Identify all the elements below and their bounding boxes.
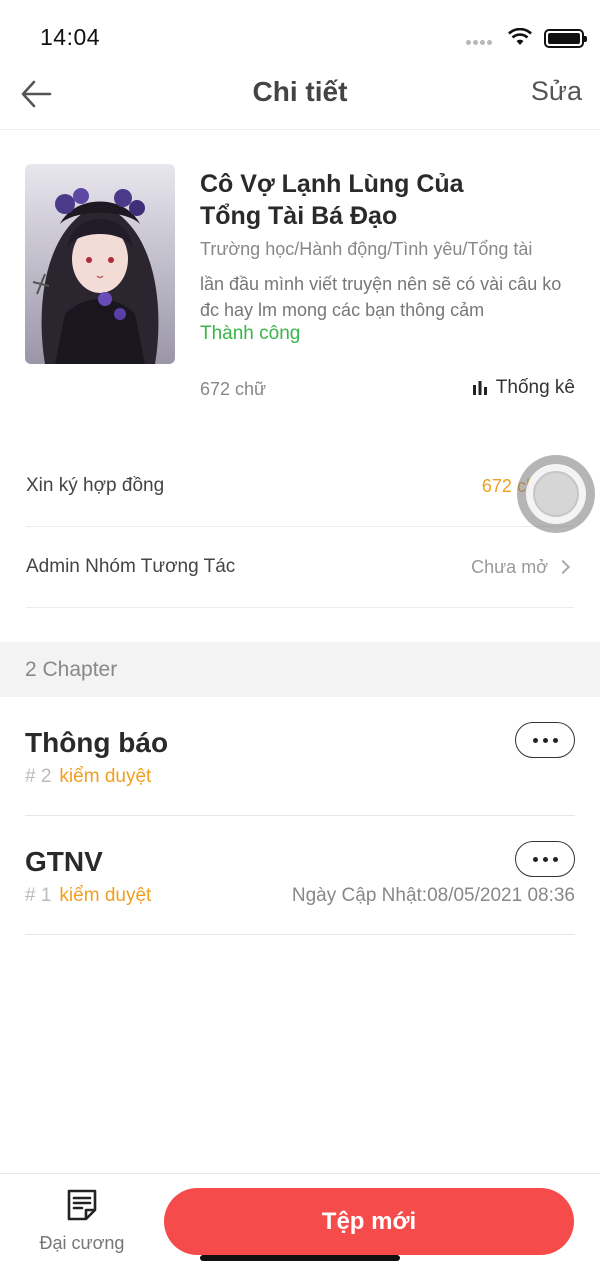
more-options-button[interactable]	[515, 722, 575, 758]
chapter-item[interactable]: GTNV # 1 kiểm duyệt Ngày Cập Nhật:08/05/…	[25, 816, 575, 935]
outline-tab[interactable]: Đại cương	[22, 1188, 142, 1254]
battery-icon	[544, 29, 587, 48]
story-description: lần đầu mình viết truyện nên sẽ có vài c…	[200, 274, 562, 320]
chapters-header: 2 Chapter	[0, 642, 600, 697]
assistive-touch-button[interactable]	[517, 455, 595, 533]
chapter-item[interactable]: Thông báo # 2 kiểm duyệt	[25, 697, 575, 816]
stats-button[interactable]: Thống kê	[472, 377, 575, 399]
interaction-group-label: Admin Nhóm Tương Tác	[26, 556, 236, 577]
signal-icon	[466, 40, 492, 45]
chapter-number: # 1	[25, 885, 52, 906]
story-genres: Trường học/Hành động/Tình yêu/Tổng tài	[200, 239, 533, 259]
wifi-icon	[508, 28, 532, 45]
document-icon	[67, 1189, 97, 1221]
interaction-group-value: Chưa mở	[471, 556, 548, 577]
status-badge: Thành công	[200, 323, 301, 344]
chapter-status: kiểm duyệt	[59, 885, 152, 906]
interaction-group-row[interactable]: Admin Nhóm Tương Tác Chưa mở	[26, 527, 574, 608]
status-bar: 14:04	[0, 0, 600, 62]
bottom-bar: Đại cương Tệp mới	[0, 1173, 600, 1267]
chapter-title: GTNV	[25, 846, 103, 877]
contract-row[interactable]: Xin ký hợp đồng 672 chữ	[26, 446, 574, 527]
more-options-button[interactable]	[515, 841, 575, 877]
story-info: Cô Vợ Lạnh Lùng Của Tổng Tài Bá Đạo Trườ…	[25, 164, 575, 414]
page-title: Chi tiết	[252, 76, 348, 107]
stats-label: Thống kê	[495, 377, 575, 398]
chevron-right-icon	[555, 559, 571, 575]
outline-label: Đại cương	[39, 1233, 125, 1253]
edit-button[interactable]: Sửa	[531, 76, 582, 107]
nav-bar: Chi tiết Sửa	[0, 62, 600, 130]
new-file-button[interactable]: Tệp mới	[164, 1188, 574, 1255]
chapter-updated-date: Ngày Cập Nhật:08/05/2021 08:36	[291, 885, 575, 906]
chapter-status: kiểm duyệt	[59, 766, 152, 787]
story-cover-image[interactable]	[25, 164, 175, 364]
status-time: 14:04	[40, 24, 101, 50]
bar-chart-icon	[472, 381, 487, 395]
contract-label: Xin ký hợp đồng	[26, 475, 165, 496]
more-icon	[532, 856, 538, 862]
word-count: 672 chữ	[200, 379, 267, 399]
chapter-title: Thông báo	[25, 727, 169, 758]
more-icon	[532, 737, 538, 743]
chapter-number: # 2	[25, 766, 52, 787]
story-title: Cô Vợ Lạnh Lùng Của Tổng Tài Bá Đạo	[200, 170, 464, 230]
home-indicator	[200, 1255, 400, 1261]
